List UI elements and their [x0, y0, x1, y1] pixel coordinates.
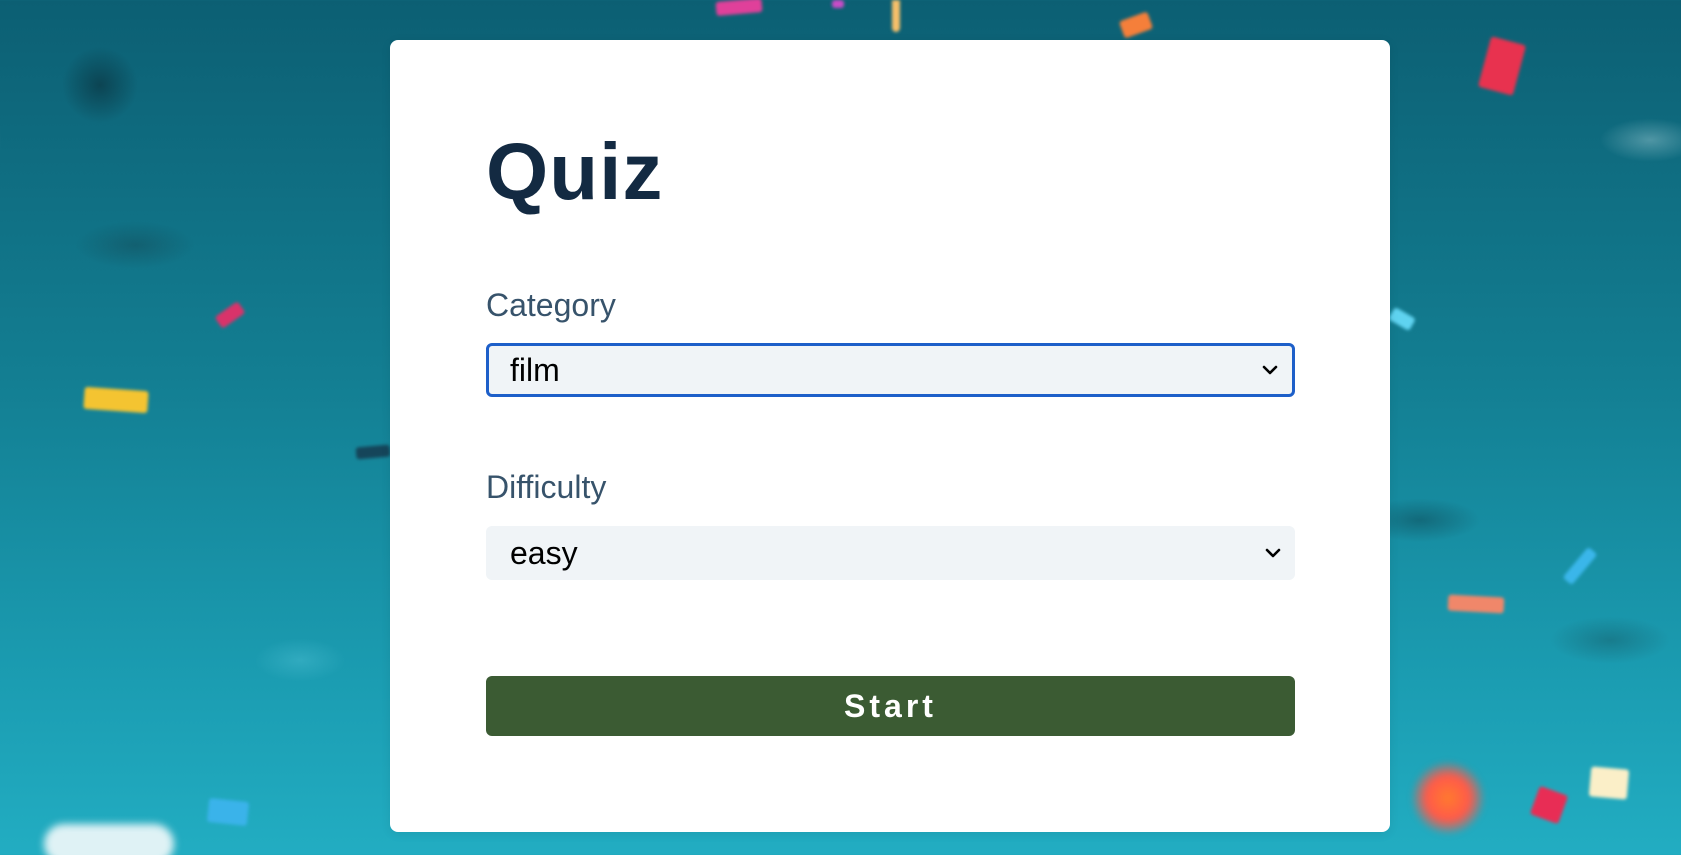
confetti-piece	[1118, 11, 1154, 39]
confetti-piece	[1529, 785, 1569, 825]
confetti-piece	[214, 301, 246, 329]
confetti-piece	[83, 386, 149, 414]
category-label: Category	[486, 287, 616, 323]
category-selected-value: film	[510, 351, 560, 388]
confetti-piece	[715, 0, 763, 16]
confetti-piece	[892, 0, 900, 32]
category-select[interactable]: film	[486, 343, 1295, 397]
confetti-piece	[1562, 546, 1598, 586]
start-button[interactable]: Start	[486, 676, 1295, 736]
chevron-down-icon	[1262, 365, 1278, 375]
confetti-piece	[832, 0, 844, 8]
difficulty-selected-value: easy	[510, 534, 578, 571]
confetti-piece	[1410, 760, 1486, 836]
chevron-down-icon	[1265, 548, 1281, 558]
difficulty-label: Difficulty	[486, 469, 607, 505]
confetti-piece	[1388, 306, 1416, 332]
confetti-piece	[1588, 766, 1630, 800]
confetti-piece	[44, 824, 174, 855]
confetti-piece	[206, 797, 250, 827]
confetti-piece	[1477, 36, 1527, 96]
confetti-piece	[1447, 594, 1505, 614]
quiz-setup-card: Quiz Category film Difficulty easy Start	[390, 40, 1390, 832]
confetti-piece	[355, 444, 391, 460]
difficulty-select[interactable]: easy	[486, 526, 1295, 580]
page-title: Quiz	[486, 127, 664, 216]
